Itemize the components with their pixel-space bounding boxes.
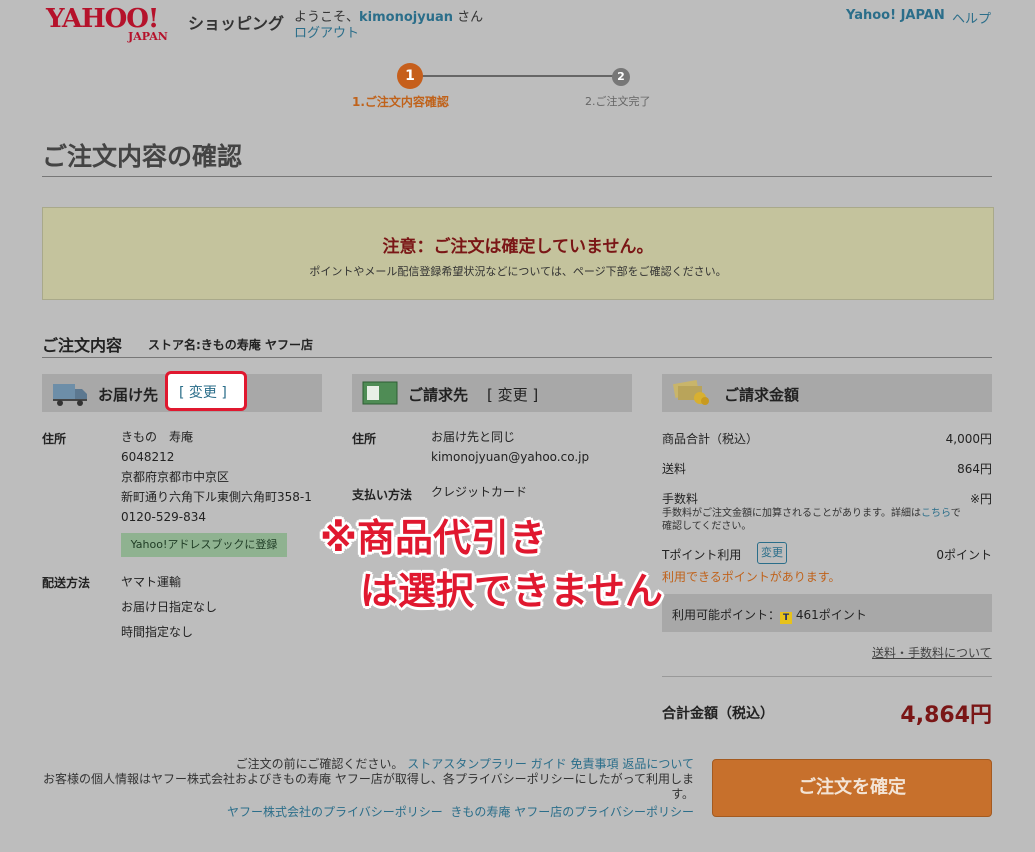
notice-title: 注意：ご注文は確定していません。	[382, 237, 654, 257]
available-points-box: 利用可能ポイント： T 461ポイント	[662, 594, 992, 632]
help-link[interactable]: ヘルプ	[952, 8, 991, 27]
footer-prefix: ご注文の前にご確認ください。	[235, 757, 404, 771]
shipping-row: 送料 864円	[662, 460, 992, 477]
logout-link[interactable]: ログアウト	[294, 22, 359, 41]
address-book-button[interactable]: Yahoo!アドレスブックに登録	[121, 533, 287, 557]
money-icon	[672, 380, 709, 405]
progress-line	[410, 75, 622, 77]
annotation-line-1: ※商品代引き	[320, 516, 547, 560]
shipping-fee-info-link[interactable]: 送料・手数料について	[872, 644, 992, 661]
address-line: 新町通り六角下ル東側六角町358-1	[121, 490, 312, 504]
billing-change-link[interactable]: [ 変更 ]	[487, 384, 538, 405]
disclaimer-link[interactable]: 免責事項	[571, 757, 619, 771]
fee-detail-link[interactable]: こちら	[921, 508, 951, 519]
confirm-order-button[interactable]: ご注文を確定	[712, 759, 992, 817]
address-line: 0120-529-834	[121, 510, 207, 524]
available-points-label: 利用可能ポイント：	[672, 608, 781, 622]
billing-amount-title: ご請求金額	[724, 386, 800, 404]
credit-card-icon	[362, 381, 398, 405]
shop-name: ショッピング	[188, 14, 285, 33]
total-divider	[662, 676, 992, 677]
privacy-notice-text: す。	[671, 787, 694, 801]
total-value: 4,864円	[900, 703, 992, 728]
logo-sub-text: JAPAN	[128, 30, 168, 43]
store-name: ストア名:きもの寿庵 ヤフー店	[148, 338, 313, 352]
available-points: 利用可能ポイント： T 461ポイント	[672, 606, 867, 624]
privacy-policy-links: ヤフー株式会社のプライバシーポリシー きもの寿庵 ヤフー店のプライバシーポリシー	[120, 803, 694, 820]
title-divider	[42, 176, 992, 177]
tpoint-change-button[interactable]: 変更	[757, 542, 787, 564]
returns-link[interactable]: 返品について	[622, 757, 694, 771]
fee-row: 手数料 ※円	[662, 490, 992, 507]
billing-address-label: 住所	[352, 432, 377, 446]
billing-address-title: ご請求先	[408, 386, 469, 404]
truck-icon	[53, 384, 87, 406]
tpoint-value: 0ポイント	[936, 548, 992, 562]
fee-note-text: 手数料がご注文金額に加算されることがあります。詳細は	[662, 508, 921, 519]
subtotal-value: 4,000円	[945, 432, 992, 446]
address-line: 6048212	[121, 450, 175, 464]
step-1-label: 1.ご注文内容確認	[352, 95, 449, 109]
fee-value: ※円	[969, 492, 992, 506]
billing-address-line: お届け先と同じ	[431, 430, 516, 444]
notice-body: ポイントやメール配信登録希望状況などについては、ページ下部をご確認ください。	[309, 265, 727, 278]
step-2-badge: 2	[612, 68, 630, 86]
logo-main-text: YAHOO!	[46, 4, 159, 34]
shipping-label: 送料	[662, 462, 687, 476]
delivery-method-label: 配送方法	[42, 576, 91, 590]
step-2-label: 2.ご注文完了	[585, 95, 651, 108]
notice-box: 注意：ご注文は確定していません。 ポイントやメール配信登録希望状況などについては…	[42, 207, 994, 300]
available-points-value: 461ポイント	[795, 608, 867, 622]
method-line: 時間指定なし	[121, 625, 194, 639]
order-contents-title: ご注文内容	[42, 336, 123, 355]
page-title: ご注文内容の確認	[42, 142, 243, 171]
subtotal-row: 商品合計（税込） 4,000円	[662, 430, 992, 447]
annotation-line-2: は選択できません	[360, 569, 663, 613]
fee-note-text: で	[950, 508, 961, 519]
fee-note-text: 確認してください。	[662, 521, 752, 532]
payment-method-value: クレジットカード	[431, 485, 528, 499]
billing-amount-header: ご請求金額	[662, 374, 992, 412]
welcome-suffix: さん	[453, 10, 484, 25]
address-line: きもの 寿庵	[121, 430, 194, 444]
privacy-notice-text: お客様の個人情報はヤフー株式会社およびきもの寿庵 ヤフー店が取得し、各プライバシ…	[43, 772, 694, 786]
section-divider	[42, 357, 992, 358]
available-points-note: 利用できるポイントがあります。	[662, 570, 841, 584]
footer-notice-line: ご注文の前にご確認ください。 ストアスタンプラリー ガイド 免責事項 返品につい…	[120, 755, 694, 772]
delivery-address: きもの 寿庵 6048212 京都府京都市中京区 新町通り六角下ル東側六角町35…	[121, 427, 312, 527]
delivery-change-link[interactable]: [ 変更 ]	[165, 371, 247, 411]
address-line: 京都府京都市中京区	[121, 470, 230, 484]
delivery-title: お届け先	[98, 386, 159, 404]
fee-label: 手数料	[662, 492, 699, 506]
yahoo-japan-link[interactable]: Yahoo! JAPAN	[846, 8, 945, 23]
tpoint-label: Tポイント利用	[662, 548, 742, 562]
delivery-method: ヤマト運輸 お届け日指定なし 時間指定なし	[121, 570, 217, 645]
stamp-rally-guide-link[interactable]: ストアスタンプラリー ガイド	[407, 757, 566, 771]
privacy-notice: お客様の個人情報はヤフー株式会社およびきもの寿庵 ヤフー店が取得し、各プライバシ…	[30, 772, 694, 802]
delivery-change-label: [ 変更 ]	[179, 385, 227, 401]
store-privacy-policy-link[interactable]: きもの寿庵 ヤフー店のプライバシーポリシー	[450, 805, 694, 819]
step-1-badge: 1	[397, 63, 423, 89]
delivery-address-label: 住所	[42, 432, 67, 446]
subtotal-label: 商品合計（税込）	[662, 432, 759, 446]
yahoo-shopping-logo[interactable]: YAHOO! JAPAN	[46, 4, 168, 42]
tpoint-icon: T	[780, 612, 793, 624]
username: kimonojyuan	[359, 10, 453, 25]
shipping-value: 864円	[957, 462, 992, 476]
method-line: お届け日指定なし	[121, 600, 218, 614]
fee-note: 手数料がご注文金額に加算されることがあります。詳細はこちらで 確認してください。	[662, 507, 994, 533]
total-label: 合計金額（税込）	[662, 706, 774, 722]
billing-address: お届け先と同じ kimonojyuan@yahoo.co.jp	[431, 427, 589, 467]
tpoint-row: Tポイント利用 0ポイント	[662, 546, 992, 563]
payment-method-label: 支払い方法	[352, 488, 413, 502]
yahoo-privacy-policy-link[interactable]: ヤフー株式会社のプライバシーポリシー	[227, 805, 443, 819]
method-line: ヤマト運輸	[121, 575, 182, 589]
billing-email: kimonojyuan@yahoo.co.jp	[431, 450, 590, 464]
